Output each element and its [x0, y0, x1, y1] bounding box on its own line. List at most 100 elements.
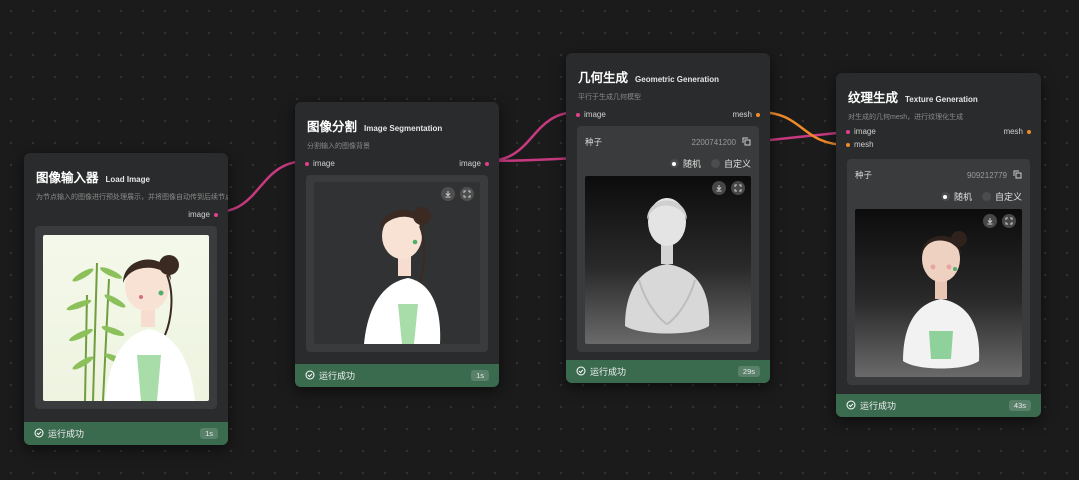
output-port-mesh[interactable]: mesh	[1003, 127, 1031, 136]
port-label: image	[854, 127, 876, 136]
port-label: image	[459, 159, 481, 168]
port-label: mesh	[854, 140, 874, 149]
radio-random[interactable]: 随机	[669, 157, 701, 170]
radio-label: 自定义	[994, 192, 1022, 202]
node-ports: image	[24, 210, 228, 224]
status-success: 运行成功	[846, 399, 896, 412]
node-ports: image mesh mesh	[836, 127, 1041, 153]
fullscreen-icon[interactable]	[731, 181, 745, 195]
input-port-image[interactable]: image	[576, 110, 606, 119]
seed-label: 种子	[585, 137, 603, 147]
node-load-image[interactable]: 图像输入器 Load Image 为节点输入的图像进行预处理展示，并将图像自动传…	[24, 153, 228, 445]
wire-load-to-segmentation[interactable]	[215, 159, 308, 214]
node-header: 几何生成 Geometric Generation	[566, 53, 770, 87]
port-dot[interactable]	[305, 161, 309, 166]
port-dot[interactable]	[576, 112, 580, 117]
radio-circle[interactable]	[710, 159, 720, 168]
output-port-mesh[interactable]: mesh	[732, 110, 760, 119]
node-status-bar: 运行成功 43s	[836, 394, 1041, 417]
node-texture-generation[interactable]: 纹理生成 Texture Generation 对生成的几何mesh，进行纹理化…	[836, 73, 1041, 417]
output-port-image[interactable]: image	[188, 210, 218, 219]
segmented-image-preview[interactable]	[314, 182, 480, 344]
textured-mesh-preview[interactable]	[855, 209, 1022, 377]
seed-value-group: 2200741200	[692, 137, 752, 148]
radio-random[interactable]: 随机	[940, 190, 972, 203]
radio-custom[interactable]: 自定义	[981, 190, 1022, 203]
input-port-image[interactable]: image	[305, 159, 335, 168]
node-status-bar: 运行成功 1s	[295, 364, 499, 387]
node-description: 为节点输入的图像进行预处理展示，并将图像自动传到后续节点	[36, 194, 228, 201]
port-dot[interactable]	[756, 112, 760, 117]
mesh-preview[interactable]	[585, 176, 751, 344]
node-geometric-generation[interactable]: 几何生成 Geometric Generation 平行于生成几何模型 imag…	[566, 53, 770, 383]
node-header: 纹理生成 Texture Generation	[836, 73, 1041, 107]
input-port-image[interactable]: image	[846, 127, 876, 136]
textured-bust-mesh	[903, 231, 980, 369]
preview-actions	[441, 187, 474, 201]
node-description: 平行于生成几何模型	[578, 94, 641, 101]
image-panel	[306, 175, 488, 352]
radio-circle[interactable]	[981, 192, 991, 201]
node-header: 图像输入器 Load Image	[24, 153, 228, 187]
port-label: image	[313, 159, 335, 168]
seed-value: 909212779	[966, 170, 1007, 180]
radio-label: 随机	[682, 159, 701, 169]
fullscreen-icon[interactable]	[460, 187, 474, 201]
port-label: image	[188, 210, 210, 219]
port-dot[interactable]	[846, 129, 850, 134]
status-text: 运行成功	[48, 429, 85, 439]
white-bust-mesh	[625, 198, 710, 334]
woman-bamboo-illustration	[66, 255, 195, 401]
check-circle-icon	[576, 366, 586, 378]
seed-label: 种子	[855, 170, 873, 180]
radio-label: 随机	[953, 192, 972, 202]
node-status-bar: 运行成功 29s	[566, 360, 770, 383]
radio-custom[interactable]: 自定义	[710, 157, 751, 170]
run-time-badge: 1s	[200, 428, 218, 439]
radio-circle-selected[interactable]	[940, 192, 950, 201]
input-image-preview[interactable]	[43, 235, 209, 401]
copy-icon[interactable]	[1013, 170, 1022, 181]
download-icon[interactable]	[712, 181, 726, 195]
seed-row: 种子 2200741200	[585, 136, 751, 148]
node-ports: image image	[295, 159, 499, 173]
status-success: 运行成功	[34, 427, 84, 440]
port-label: mesh	[1003, 127, 1023, 136]
node-title-en: Image Segmentation	[364, 124, 443, 133]
input-port-mesh[interactable]: mesh	[846, 140, 874, 149]
download-icon[interactable]	[983, 214, 997, 228]
node-title-en: Load Image	[105, 175, 150, 184]
port-dot[interactable]	[485, 161, 489, 166]
port-dot[interactable]	[214, 212, 218, 217]
node-description: 分割输入的图像背景	[307, 143, 370, 150]
port-label: image	[584, 110, 606, 119]
run-time-badge: 29s	[737, 366, 760, 377]
status-success: 运行成功	[305, 369, 355, 382]
seed-row: 种子 909212779	[855, 169, 1022, 181]
copy-icon[interactable]	[742, 137, 751, 148]
node-title: 图像分割	[307, 120, 358, 134]
settings-panel: 种子 909212779 随机 自定义	[847, 159, 1030, 385]
woman-cutout-illustration	[364, 207, 441, 344]
node-ports: image mesh	[566, 110, 770, 124]
fullscreen-icon[interactable]	[1002, 214, 1016, 228]
radio-circle-selected[interactable]	[669, 159, 679, 168]
image-panel	[35, 226, 217, 409]
node-title-en: Texture Generation	[905, 95, 978, 104]
run-time-badge: 43s	[1008, 400, 1031, 411]
node-status-bar: 运行成功 1s	[24, 422, 228, 445]
check-circle-icon	[846, 400, 856, 412]
node-image-segmentation[interactable]: 图像分割 Image Segmentation 分割输入的图像背景 image …	[295, 102, 499, 387]
download-icon[interactable]	[441, 187, 455, 201]
status-text: 运行成功	[860, 401, 897, 411]
output-port-image[interactable]: image	[459, 159, 489, 168]
node-description: 对生成的几何mesh，进行纹理化生成	[848, 114, 964, 121]
seed-value: 2200741200	[691, 137, 737, 147]
node-title-en: Geometric Generation	[635, 75, 720, 84]
port-dot[interactable]	[846, 142, 850, 147]
check-circle-icon	[34, 428, 44, 440]
wire-segmentation-to-geometric[interactable]	[486, 110, 579, 163]
port-dot[interactable]	[1027, 129, 1031, 134]
run-time-badge: 1s	[471, 370, 489, 381]
status-text: 运行成功	[590, 367, 627, 377]
